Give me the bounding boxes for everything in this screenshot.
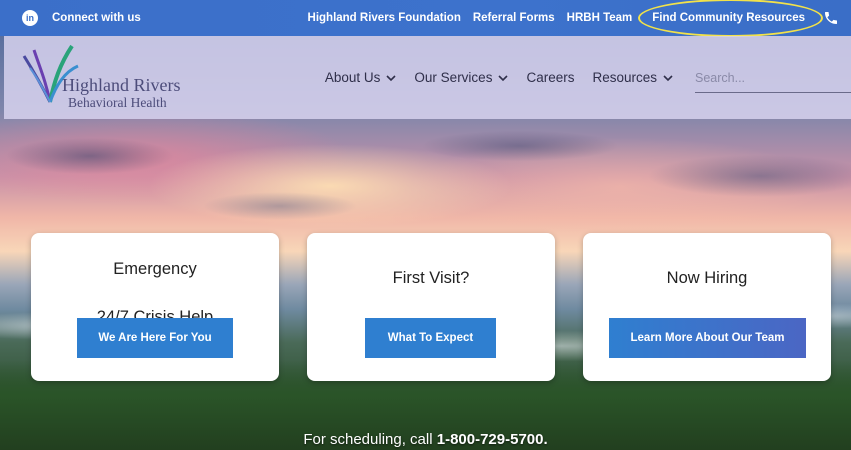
card-title: Emergency [113,260,197,278]
chevron-down-icon [663,74,673,81]
menu-item-our-services[interactable]: Our Services [414,70,509,85]
card-title: First Visit? [392,269,470,287]
schedule-phone-link[interactable]: 1-800-729-5700. [437,431,548,448]
card-now-hiring: Now Hiring Learn More About Our Team [583,233,831,381]
search-input[interactable] [695,62,851,93]
top-link-find-community-resources[interactable]: Find Community Resources [638,0,823,37]
learn-more-team-button[interactable]: Learn More About Our Team [609,318,806,358]
logo-text-line1: Highland Rivers [62,75,181,95]
schedule-prefix: For scheduling, call [303,431,433,448]
menu-label: Our Services [414,70,493,85]
site-logo[interactable]: Highland Rivers Behavioral Health [20,36,215,119]
top-link-hrbh-team[interactable]: HRBH Team [567,12,633,24]
chevron-down-icon [386,74,396,81]
phone-icon[interactable] [823,10,839,26]
menu-item-resources[interactable]: Resources [592,70,673,85]
primary-menu: About Us Our Services Careers Resources [325,62,851,93]
what-to-expect-button[interactable]: What To Expect [365,318,496,358]
top-link-referral-forms[interactable]: Referral Forms [473,12,555,24]
linkedin-icon[interactable]: in [22,10,38,26]
connect-label: Connect with us [52,12,141,24]
connect-with-us[interactable]: in Connect with us [22,10,141,26]
card-title: Now Hiring [666,269,748,287]
chevron-down-icon [498,74,509,81]
card-first-visit: First Visit? What To Expect [307,233,555,381]
menu-label: Careers [526,70,575,85]
menu-item-about-us[interactable]: About Us [325,70,397,85]
top-link-foundation[interactable]: Highland Rivers Foundation [308,12,461,24]
hero-clouds [0,116,851,236]
top-utility-bar: in Connect with us Highland Rivers Found… [0,0,851,37]
top-links: Highland Rivers Foundation Referral Form… [296,0,851,37]
menu-label: Resources [592,70,657,85]
scheduling-banner: For scheduling, call 1-800-729-5700. [0,431,851,448]
menu-label: About Us [324,70,381,85]
card-emergency: Emergency 24/7 Crisis Help We Are Here F… [31,233,279,381]
we-are-here-button[interactable]: We Are Here For You [77,318,233,358]
logo-text-line2: Behavioral Health [68,95,167,110]
main-nav-header: Highland Rivers Behavioral Health About … [4,36,851,119]
menu-item-careers[interactable]: Careers [526,70,574,85]
